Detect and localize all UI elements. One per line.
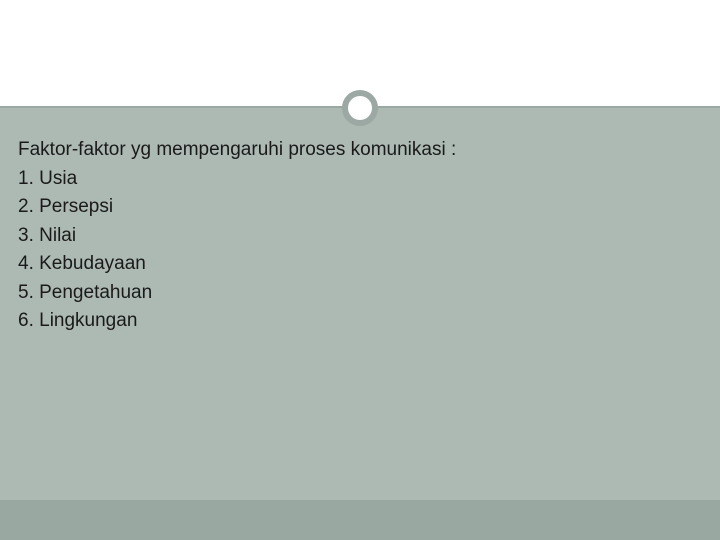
list-item: 3. Nilai: [18, 222, 702, 251]
list-item: 6. Lingkungan: [18, 307, 702, 336]
list-item: 5. Pengetahuan: [18, 279, 702, 308]
list-item: 1. Usia: [18, 165, 702, 194]
list-item: 4. Kebudayaan: [18, 250, 702, 279]
slide-content: Faktor-faktor yg mempengaruhi proses kom…: [0, 108, 720, 336]
header-circle-ornament: [342, 90, 378, 126]
slide-header: [0, 0, 720, 108]
list-item: 2. Persepsi: [18, 193, 702, 222]
content-heading: Faktor-faktor yg mempengaruhi proses kom…: [18, 136, 702, 165]
slide-footer-bar: [0, 500, 720, 540]
